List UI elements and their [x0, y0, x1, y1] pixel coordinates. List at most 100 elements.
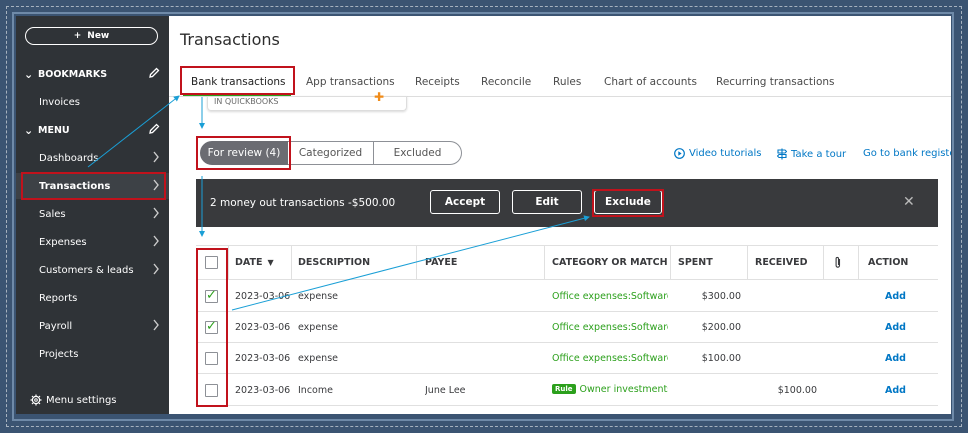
segment-excluded[interactable]: Excluded: [374, 141, 462, 165]
row-date: 2023-03-06: [235, 385, 291, 396]
video-tutorials-label: Video tutorials: [689, 148, 762, 159]
paperclip-icon: [835, 256, 841, 268]
menu-header[interactable]: ⌄ MENU: [16, 119, 169, 141]
add-button[interactable]: Add: [885, 353, 906, 364]
take-a-tour-label: Take a tour: [791, 148, 847, 160]
bookmarks-label: BOOKMARKS: [38, 68, 108, 80]
column-divider: [670, 245, 671, 279]
sidebar-item-payroll[interactable]: Payroll: [16, 313, 169, 339]
row-category-rule[interactable]: Rule Owner investments: [552, 384, 668, 395]
edit-bookmarks-pencil-icon[interactable]: [148, 67, 160, 79]
sidebar-item-label: Sales: [39, 208, 66, 220]
description-header: DESCRIPTION: [298, 256, 371, 268]
date-header[interactable]: DATE ▼: [235, 245, 274, 279]
sidebar-item-reports[interactable]: Reports: [16, 285, 169, 311]
row-spent: $200.00: [701, 322, 741, 333]
sidebar-item-customers-leads[interactable]: Customers & leads: [16, 257, 169, 283]
new-button[interactable]: + New: [25, 27, 158, 45]
sidebar-item-projects[interactable]: Projects: [16, 341, 169, 367]
row-spent: $300.00: [701, 291, 741, 302]
menu-settings-label: Menu settings: [46, 394, 117, 406]
sidebar-item-sales[interactable]: Sales: [16, 201, 169, 227]
category-header: CATEGORY OR MATCH: [552, 256, 668, 268]
go-to-bank-register-link[interactable]: Go to bank register: [863, 148, 951, 159]
app-window: + New ⌄ BOOKMARKS Invoices ⌄ MENU Dashbo…: [16, 16, 951, 414]
highlight-box-exclude: [592, 189, 664, 217]
row-category[interactable]: Office expenses:Software &: [552, 291, 668, 302]
tab-chart-of-accounts[interactable]: Chart of accounts: [604, 76, 697, 88]
row-description: expense: [298, 291, 338, 302]
batch-selection-message: 2 money out transactions -$500.00: [210, 197, 396, 209]
row-received: $100.00: [777, 385, 817, 396]
batch-action-bar: 2 money out transactions -$500.00 Accept…: [196, 179, 938, 227]
menu-label: MENU: [38, 124, 70, 136]
new-button-label: New: [87, 31, 110, 41]
chevron-right-icon: [153, 319, 159, 331]
row-divider: [196, 245, 938, 246]
sidebar: + New ⌄ BOOKMARKS Invoices ⌄ MENU Dashbo…: [16, 16, 169, 414]
gear-icon: [30, 394, 42, 406]
sidebar-item-label: Reports: [39, 292, 78, 304]
row-description: expense: [298, 353, 338, 364]
segment-categorized[interactable]: Categorized: [288, 141, 374, 165]
row-divider: [196, 373, 938, 374]
row-divider: [196, 279, 938, 280]
row-date: 2023-03-06: [235, 353, 291, 364]
highlight-box-bank-transactions: [180, 66, 295, 95]
page-title: Transactions: [180, 30, 280, 49]
sidebar-item-expenses[interactable]: Expenses: [16, 229, 169, 255]
column-divider: [291, 245, 292, 279]
row-divider: [196, 405, 938, 406]
sidebar-item-label: Dashboards: [39, 152, 99, 164]
row-category[interactable]: Office expenses:Software &: [552, 322, 668, 333]
chevron-right-icon: [153, 207, 159, 219]
add-button[interactable]: Add: [885, 322, 906, 333]
row-date: 2023-03-06: [235, 291, 291, 302]
video-tutorials-link[interactable]: Video tutorials: [674, 148, 762, 159]
tab-receipts[interactable]: Receipts: [415, 76, 460, 88]
row-divider: [196, 342, 938, 343]
tab-reconcile[interactable]: Reconcile: [481, 76, 531, 88]
edit-button[interactable]: Edit: [512, 190, 582, 214]
row-payee: June Lee: [425, 385, 466, 396]
column-divider: [823, 245, 824, 279]
accept-button[interactable]: Accept: [430, 190, 500, 214]
tab-app-transactions[interactable]: App transactions: [306, 76, 395, 88]
main-content: Transactions Bank transactions App trans…: [169, 16, 951, 414]
sidebar-item-dashboards[interactable]: Dashboards: [16, 145, 169, 171]
highlight-box-for-review: [196, 136, 291, 170]
tab-recurring-transactions[interactable]: Recurring transactions: [716, 76, 835, 88]
sidebar-item-invoices[interactable]: Invoices: [16, 89, 169, 115]
card-label: IN QUICKBOOKS: [214, 97, 279, 106]
menu-settings-button[interactable]: Menu settings: [30, 394, 117, 406]
column-divider: [858, 245, 859, 279]
go-to-bank-register-label: Go to bank register: [863, 148, 951, 159]
payee-header: PAYEE: [425, 256, 458, 268]
attachment-header: [834, 245, 842, 279]
highlight-box-transactions: [21, 172, 166, 200]
row-description: expense: [298, 322, 338, 333]
column-divider: [747, 245, 748, 279]
sidebar-item-label: Payroll: [39, 320, 73, 332]
action-header: ACTION: [868, 256, 909, 268]
add-button[interactable]: Add: [885, 385, 906, 396]
plus-icon: +: [73, 31, 82, 41]
row-category: Owner investments: [579, 384, 668, 395]
column-divider: [228, 245, 229, 279]
row-divider: [196, 311, 938, 312]
row-category[interactable]: Office expenses:Software &: [552, 353, 668, 364]
sync-icon: ✚: [374, 90, 385, 104]
chevron-down-icon: ⌄: [24, 123, 34, 137]
date-header-label: DATE: [235, 256, 263, 268]
take-a-tour-link[interactable]: Take a tour: [777, 148, 846, 160]
rule-badge: Rule: [552, 384, 576, 394]
edit-menu-pencil-icon[interactable]: [148, 123, 160, 135]
chevron-right-icon: [153, 263, 159, 275]
chevron-right-icon: [153, 235, 159, 247]
received-header: RECEIVED: [755, 256, 808, 268]
add-button[interactable]: Add: [885, 291, 906, 302]
bookmarks-header[interactable]: ⌄ BOOKMARKS: [16, 63, 169, 85]
spent-header: SPENT: [678, 256, 713, 268]
close-icon[interactable]: ✕: [903, 194, 915, 210]
tab-rules[interactable]: Rules: [553, 76, 581, 88]
